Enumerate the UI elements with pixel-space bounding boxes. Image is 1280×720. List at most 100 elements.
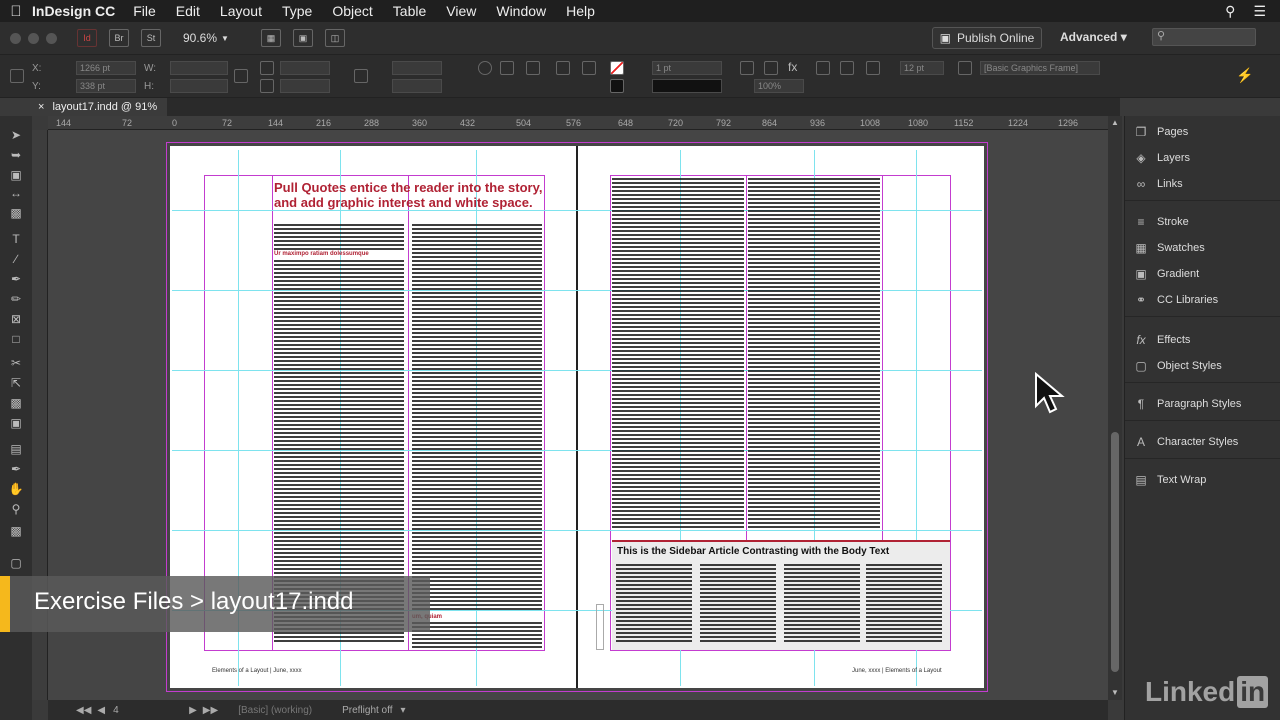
page-nav-prev-icon[interactable]: ◀ — [97, 705, 105, 716]
free-transform-tool-icon[interactable]: ⇱ — [8, 376, 24, 390]
reference-point-icon[interactable] — [10, 69, 24, 83]
close-window-button[interactable] — [10, 32, 21, 44]
text-wrap-bounding-icon[interactable] — [840, 61, 854, 75]
minimize-window-button[interactable] — [28, 32, 39, 44]
menu-help[interactable]: Help — [566, 3, 595, 19]
menu-edit[interactable]: Edit — [176, 3, 200, 19]
type-tool-icon[interactable]: T — [8, 232, 24, 246]
help-search-input[interactable]: ⚲ — [1152, 28, 1256, 46]
body-text-column[interactable] — [748, 178, 880, 530]
height-field[interactable] — [170, 79, 228, 93]
body-text-column[interactable] — [412, 622, 542, 648]
page-tool-icon[interactable]: ▣ — [8, 168, 24, 182]
arrange-documents-icon[interactable]: ◫ — [324, 29, 345, 47]
sidebar-text-column[interactable] — [866, 564, 942, 644]
body-text-column[interactable] — [274, 224, 404, 250]
menu-table[interactable]: Table — [393, 3, 426, 19]
scroll-up-icon[interactable]: ▲ — [1111, 118, 1119, 127]
stock-button[interactable]: St — [141, 29, 161, 47]
pen-tool-icon[interactable]: ✒ — [8, 272, 24, 286]
zoom-tool-icon[interactable]: ⚲ — [8, 502, 24, 516]
apple-icon[interactable]:  — [0, 3, 32, 20]
dropdown-caret-icon[interactable]: ▼ — [221, 34, 229, 43]
screen-mode-icon[interactable]: ▣ — [292, 29, 313, 47]
sidebar-text-column[interactable] — [700, 564, 776, 644]
document-tab[interactable]: × layout17.indd @ 91% — [30, 98, 168, 116]
publish-online-button[interactable]: ▣ Publish Online — [932, 27, 1042, 49]
gap-tool-icon[interactable]: ↔ — [8, 186, 24, 200]
rotate-cw-icon[interactable] — [478, 61, 492, 75]
menu-type[interactable]: Type — [282, 3, 312, 19]
menu-view[interactable]: View — [446, 3, 476, 19]
preflight-profile[interactable]: [Basic] (working) — [238, 705, 312, 716]
horizontal-ruler[interactable]: 144 72 0 72 144 216 288 360 432 504 576 … — [48, 116, 1108, 130]
select-previous-icon[interactable] — [582, 61, 596, 75]
panel-cc-libraries[interactable]: ⚭ CC Libraries — [1133, 290, 1218, 310]
opacity-field[interactable]: 100% — [754, 79, 804, 93]
stroke-type-field[interactable] — [652, 79, 722, 93]
scroll-down-icon[interactable]: ▼ — [1111, 688, 1119, 697]
shear-field[interactable] — [392, 79, 442, 93]
vertical-scrollbar[interactable]: ▲ ▼ — [1108, 116, 1122, 700]
fill-swatch-icon[interactable] — [610, 61, 624, 75]
constrain-proportions-icon[interactable] — [234, 69, 248, 83]
fx-icon[interactable]: fx — [788, 60, 797, 74]
text-wrap-shape-icon[interactable] — [866, 61, 880, 75]
panel-stroke[interactable]: ≡ Stroke — [1133, 212, 1188, 232]
object-style-select[interactable]: [Basic Graphics Frame] — [980, 61, 1100, 75]
app-name[interactable]: InDesign CC — [32, 3, 115, 19]
zoom-window-button[interactable] — [46, 32, 57, 44]
scale-x-field[interactable] — [280, 61, 330, 75]
close-tab-icon[interactable]: × — [38, 101, 44, 113]
gradient-swatch-tool-icon[interactable]: ▩ — [8, 396, 24, 410]
note-tool-icon[interactable]: ▤ — [8, 442, 24, 456]
scissors-tool-icon[interactable]: ✂ — [8, 356, 24, 370]
menu-file[interactable]: File — [133, 3, 156, 19]
pencil-tool-icon[interactable]: ✏ — [8, 292, 24, 306]
panel-text-wrap[interactable]: ▤ Text Wrap — [1133, 470, 1206, 490]
gradient-feather-tool-icon[interactable]: ▣ — [8, 416, 24, 430]
menu-object[interactable]: Object — [332, 3, 372, 19]
direct-selection-tool-icon[interactable]: ➥ — [8, 148, 24, 162]
scale-y-field[interactable] — [280, 79, 330, 93]
rotate-field[interactable] — [392, 61, 442, 75]
body-text-column[interactable] — [612, 178, 744, 530]
screen-mode-tool-icon[interactable]: ▢ — [8, 556, 24, 570]
panel-pages[interactable]: ❐ Pages — [1133, 122, 1189, 142]
panel-layers[interactable]: ◈ Layers — [1133, 148, 1190, 168]
lightning-icon[interactable]: ⚡ — [1236, 67, 1253, 84]
panel-links[interactable]: ∞ Links — [1133, 174, 1183, 194]
panel-gradient[interactable]: ▣ Gradient — [1133, 264, 1199, 284]
menu-window[interactable]: Window — [496, 3, 546, 19]
zoom-level[interactable]: 90.6% — [183, 31, 217, 45]
line-tool-icon[interactable]: ∕ — [8, 252, 24, 266]
workspace-switcher[interactable]: Advanced ▾ — [1060, 30, 1127, 44]
page-nav-last-icon[interactable]: ▶▶ — [203, 705, 218, 716]
hand-tool-icon[interactable]: ✋ — [8, 482, 24, 496]
eyedropper-tool-icon[interactable]: ✒ — [8, 462, 24, 476]
y-position-field[interactable]: 338 pt — [76, 79, 136, 93]
bridge-button[interactable]: Br — [109, 29, 129, 47]
stroke-weight-field[interactable]: 1 pt — [652, 61, 722, 75]
panel-object-styles[interactable]: ▢ Object Styles — [1133, 356, 1221, 376]
vertical-scroll-thumb[interactable] — [1111, 432, 1119, 672]
panel-effects[interactable]: fx Effects — [1133, 330, 1190, 350]
x-position-field[interactable]: 1266 pt — [76, 61, 136, 75]
preflight-status[interactable]: Preflight off — [342, 705, 392, 716]
flip-horizontal-icon[interactable] — [500, 61, 514, 75]
body-text-column[interactable] — [412, 224, 542, 612]
fill-stroke-icon[interactable]: ▩ — [8, 524, 24, 538]
select-content-icon[interactable] — [556, 61, 570, 75]
link-scale-icon[interactable] — [354, 69, 368, 83]
corner-size-field[interactable]: 12 pt — [900, 61, 944, 75]
selection-tool-icon[interactable]: ➤ — [8, 128, 24, 142]
content-collector-icon[interactable]: ▩ — [8, 206, 24, 220]
menu-layout[interactable]: Layout — [220, 3, 262, 19]
page-nav-next-icon[interactable]: ▶ — [189, 705, 197, 716]
view-options-icon[interactable]: ▦ — [260, 29, 281, 47]
corner-options-icon[interactable] — [740, 61, 754, 75]
stroke-swatch-icon[interactable] — [610, 79, 624, 93]
preflight-menu-icon[interactable]: ▾ — [401, 705, 406, 716]
menu-list-icon[interactable]: ☰ — [1253, 3, 1266, 20]
select-container-icon[interactable] — [526, 61, 540, 75]
